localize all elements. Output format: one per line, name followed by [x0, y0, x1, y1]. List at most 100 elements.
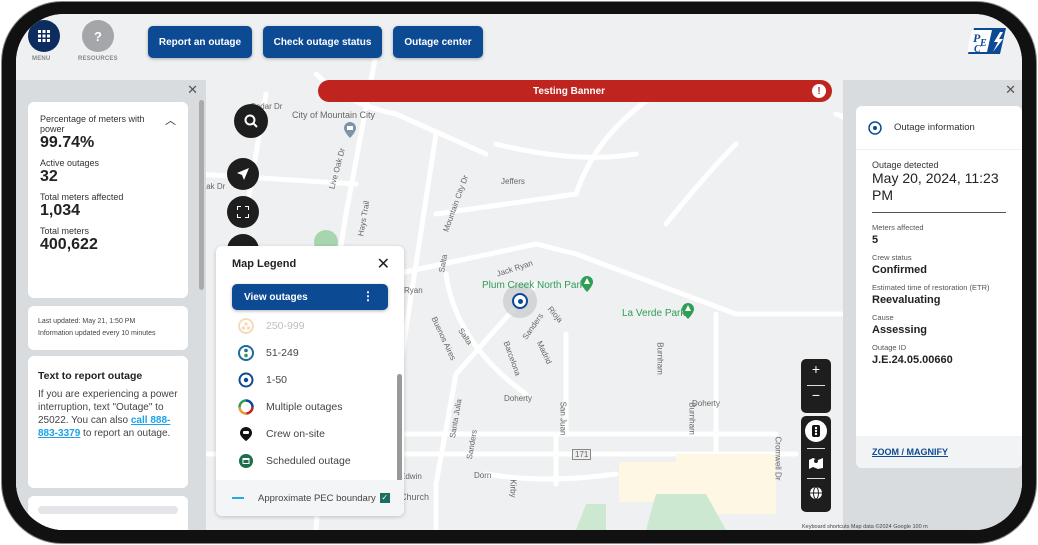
screen: Cedar Dr City of Mountain City Live Oak … [16, 14, 1022, 530]
field-value: Assessing [872, 324, 928, 336]
stat-value: 32 [40, 168, 58, 185]
last-updated-card: Last updated: May 21, 1:50 PM Informatio… [28, 306, 188, 350]
outage-marker[interactable] [512, 293, 528, 309]
stat-label: Total meters [40, 226, 90, 236]
map-icon [809, 458, 823, 469]
fullscreen-icon [237, 206, 249, 218]
more-options-icon[interactable]: ⋮ [362, 289, 374, 303]
update-frequency-text: Information updated every 10 minutes [38, 330, 156, 337]
zoom-magnify-link[interactable]: ZOOM / MAGNIFY [856, 436, 1022, 468]
stat-label: Active outages [40, 158, 100, 168]
close-legend-icon[interactable]: ✕ [377, 254, 390, 274]
pec-logo[interactable]: P E C [968, 26, 1008, 56]
chevron-up-icon[interactable]: ︿ [165, 112, 176, 128]
close-panel-icon[interactable]: ✕ [1005, 82, 1016, 98]
field-label: Meters affected [872, 223, 924, 232]
field-label: Estimated time of restoration (ETR) [872, 283, 990, 292]
legend-scrollbar[interactable] [397, 374, 402, 484]
satellite-layer-button[interactable] [809, 486, 823, 505]
single-outage-icon [238, 372, 254, 388]
outage-info-header: Outage information [856, 106, 1022, 150]
resources-label: RESOURCES [78, 56, 118, 62]
search-button[interactable] [234, 104, 268, 138]
legend-item: Crew on-site [238, 426, 325, 442]
single-outage-icon [868, 120, 882, 135]
legend-item: 1-50 [238, 372, 287, 388]
banner-text: Testing Banner [533, 85, 606, 97]
map-label: City of Mountain City [292, 110, 376, 120]
scheduled-outage-icon [238, 453, 254, 469]
map-attribution[interactable]: Keyboard shortcuts Map data ©2024 Google… [802, 524, 928, 530]
legend-label: 1-50 [266, 374, 288, 386]
google-logo: ogle [16, 517, 35, 527]
legend-item: 51-249 [238, 345, 299, 361]
park-label: La Verde Park [622, 308, 686, 319]
map-label: Ryan [404, 286, 423, 295]
globe-icon [810, 486, 822, 500]
field-value: Reevaluating [872, 294, 941, 306]
field-label: Crew status [872, 253, 912, 262]
panel-scrollbar[interactable] [199, 100, 204, 290]
stat-value: 400,622 [40, 236, 98, 253]
view-outages-label: View outages [244, 291, 308, 303]
menu-button[interactable] [28, 20, 60, 52]
stat-label: Total meters affected [40, 192, 124, 202]
multiple-outages-icon [238, 399, 254, 415]
testing-banner: Testing Banner ! [318, 80, 832, 102]
field-value: J.E.24.05.00660 [872, 354, 953, 366]
detected-label: Outage detected [872, 160, 939, 170]
legend-label: 250-999 [266, 320, 305, 332]
legend-label: Crew on-site [266, 428, 325, 440]
text-report-title: Text to report outage [38, 370, 143, 382]
park-pin-icon [682, 303, 694, 319]
field-label: Cause [872, 313, 894, 322]
map-label: Kirby [508, 479, 518, 498]
question-icon: ? [94, 28, 102, 44]
outage-info-card: Outage information Outage detected May 2… [856, 106, 1022, 468]
alert-icon[interactable]: ! [812, 84, 826, 98]
outage-center-button[interactable]: Outage center [393, 26, 483, 58]
legend-label: 51-249 [266, 347, 299, 359]
detected-value: May 20, 2024, 11:23 PM [872, 170, 1006, 213]
zoom-out-button[interactable]: − [801, 387, 831, 403]
right-panel: ✕ Outage information Outage detected May… [843, 80, 1022, 530]
cluster-blue-icon [238, 345, 254, 361]
stats-card: ︿ Percentage of meters with power 99.74%… [28, 102, 188, 298]
locate-button[interactable] [227, 158, 259, 190]
outage-info-title: Outage information [894, 122, 975, 133]
boundary-toggle[interactable]: Approximate PEC boundary ✓ [216, 480, 404, 516]
boundary-line-icon [232, 497, 244, 499]
placeholder-bar [38, 506, 178, 514]
check-outage-status-button[interactable]: Check outage status [263, 26, 382, 58]
field-value: Confirmed [872, 264, 927, 276]
stat-label: Percentage of meters with power [40, 114, 145, 134]
crew-pin-icon [238, 426, 254, 442]
legend-title: Map Legend [232, 258, 297, 270]
highway-shield: 171 [572, 449, 592, 460]
map-label: Dorn [474, 471, 492, 480]
svg-text:C: C [974, 44, 981, 55]
fullscreen-button[interactable] [227, 196, 259, 228]
legend-item: 250-999 [238, 318, 305, 334]
legend-item: Scheduled outage [238, 453, 351, 469]
traffic-light-icon [812, 425, 820, 437]
traffic-layer-button[interactable] [805, 420, 827, 442]
map-legend: Map Legend ✕ View outages ⋮ 250-999 51-2… [216, 246, 404, 516]
layer-controls [801, 416, 831, 512]
map-label: Doherty [692, 399, 721, 408]
zoom-in-button[interactable]: + [801, 361, 831, 377]
stat-value: 99.74% [40, 134, 95, 151]
collapsed-card [28, 496, 188, 530]
boundary-checkbox[interactable]: ✓ [379, 493, 390, 503]
map-label: Cromwell Dr [773, 436, 783, 481]
field-label: Outage ID [872, 343, 907, 352]
view-outages-button[interactable]: View outages ⋮ [232, 284, 388, 310]
close-panel-icon[interactable]: ✕ [187, 82, 198, 98]
last-updated-text: Last updated: May 21, 1:50 PM [38, 318, 136, 325]
legend-label: Multiple outages [266, 401, 343, 413]
resources-button[interactable]: ? [82, 20, 114, 52]
report-outage-button[interactable]: Report an outage [148, 26, 252, 58]
cluster-orange-icon [238, 318, 254, 334]
text-report-card: Text to report outage If you are experie… [28, 356, 188, 488]
map-layer-button[interactable] [809, 456, 823, 474]
